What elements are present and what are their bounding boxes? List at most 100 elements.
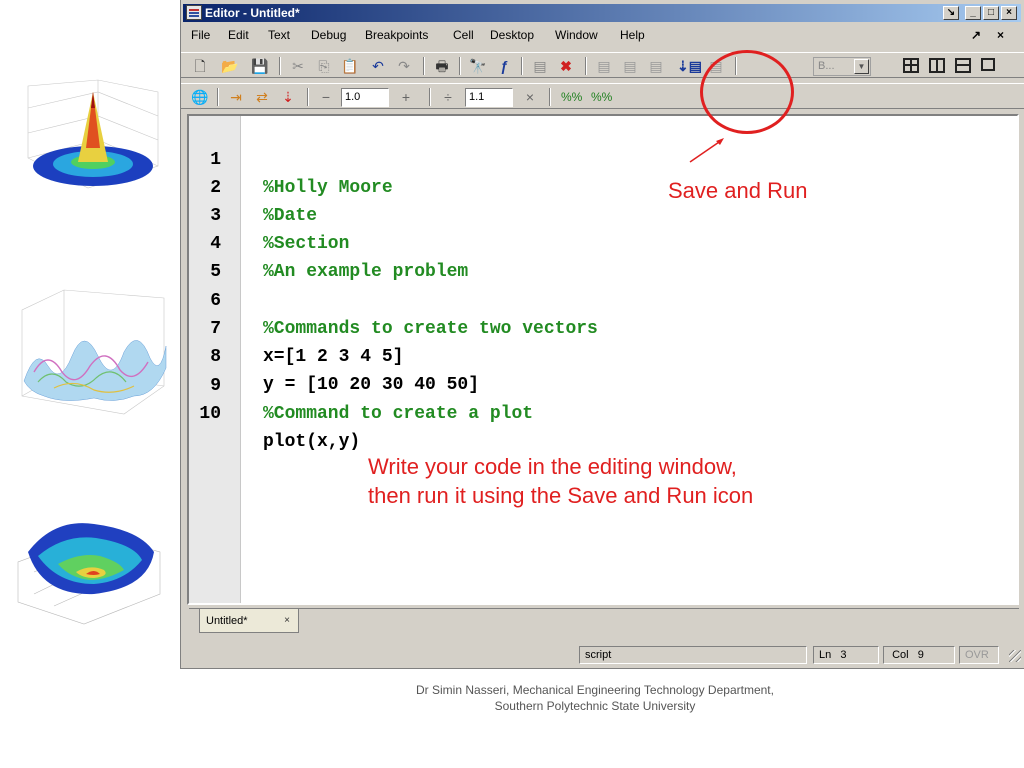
decrement-value: 1.0 [345, 91, 361, 103]
menu-file[interactable]: File [191, 24, 210, 46]
divide-icon[interactable]: ÷ [439, 88, 457, 106]
footer-credit: Dr Simin Nasseri, Mechanical Engineering… [180, 682, 1010, 714]
code-editor[interactable]: 1 %Holly Moore 2 %Date 3 %Section 4 %An … [187, 114, 1019, 605]
tab-label: Untitled* [206, 615, 248, 627]
status-column: Col 9 [883, 646, 955, 664]
close-document-icon[interactable]: × [997, 24, 1004, 46]
menu-help[interactable]: Help [620, 24, 645, 46]
float-window-icon[interactable] [981, 58, 995, 71]
window-title: Editor - Untitled* [205, 6, 300, 20]
status-mode: script [579, 646, 807, 664]
print-icon[interactable]: 🖶 [433, 57, 451, 75]
close-button[interactable]: × [1001, 6, 1017, 20]
paste-icon[interactable]: 📋 [341, 57, 359, 75]
footer-line-1: Dr Simin Nasseri, Mechanical Engineering… [416, 683, 774, 697]
open-folder-icon[interactable]: 📂 [221, 57, 239, 75]
copy-icon[interactable]: ⎘ [315, 57, 333, 75]
step-in-icon[interactable]: ▤ [621, 57, 639, 75]
code-line[interactable]: 7 x=[1 2 3 4 5] [189, 287, 1017, 367]
tab-untitled[interactable]: Untitled* × [199, 609, 299, 633]
instruction-line-2: then run it using the Save and Run icon [368, 483, 754, 508]
close-tab-icon[interactable]: × [284, 609, 290, 633]
toolbar-separator [423, 57, 425, 75]
status-bar: script Ln 3 Col 9 OVR [181, 642, 1024, 666]
menu-text[interactable]: Text [268, 24, 290, 46]
status-line: Ln 3 [813, 646, 879, 664]
set-breakpoint-icon[interactable]: ▤ [531, 57, 549, 75]
surface-plot-waves-thumbnail [14, 286, 174, 426]
save-icon[interactable]: 💾 [251, 57, 269, 75]
code-line[interactable]: 2 %Date [189, 146, 1017, 226]
toolbar-separator [279, 57, 281, 75]
evaluate-file-icon[interactable]: ⇣ [279, 88, 297, 106]
multiply-value-input[interactable]: 1.1 [465, 88, 513, 107]
code-line[interactable]: 8 y = [10 20 30 40 50] [189, 315, 1017, 395]
minimize-button[interactable]: _ [965, 6, 981, 20]
step-out-icon[interactable]: ▤ [647, 57, 665, 75]
increment-icon[interactable]: + [397, 88, 415, 106]
stack-dropdown[interactable]: B... ▼ [813, 57, 871, 76]
menu-desktop[interactable]: Desktop [490, 24, 534, 46]
editor-app-icon [186, 5, 202, 20]
surface-plot-sinc-thumbnail [8, 78, 168, 196]
menu-edit[interactable]: Edit [228, 24, 249, 46]
maximize-button[interactable]: □ [983, 6, 999, 20]
code-line[interactable]: 10 plot(x,y) [189, 372, 1017, 452]
annotation-arrow [689, 138, 724, 163]
toolbar-separator [307, 88, 309, 106]
undo-icon[interactable]: ↶ [369, 57, 387, 75]
line-text: %Command to create a plot [263, 404, 534, 424]
menu-breakpoints[interactable]: Breakpoints [365, 24, 428, 46]
multiply-icon[interactable]: × [521, 88, 539, 106]
instruction-line-1: Write your code in the editing window, [368, 454, 737, 479]
status-overwrite: OVR [959, 646, 999, 664]
code-line[interactable]: 9 %Command to create a plot [189, 344, 1017, 424]
save-and-run-icon[interactable]: ⇣▤ [677, 57, 702, 75]
new-file-icon[interactable]: 🗋 [191, 57, 209, 75]
top-bottom-split-icon[interactable] [955, 58, 971, 73]
undock-button[interactable]: ↘ [943, 6, 959, 20]
chevron-down-icon[interactable]: ▼ [854, 59, 869, 74]
column-label: Col [892, 649, 909, 661]
menu-window[interactable]: Window [555, 24, 598, 46]
redo-icon[interactable]: ↷ [395, 57, 413, 75]
toolbar-separator [585, 57, 587, 75]
code-line[interactable]: 5 [189, 230, 1017, 282]
evaluate-cell-advance-icon[interactable]: ⇄ [253, 88, 271, 106]
left-right-split-icon[interactable] [929, 58, 945, 73]
tile-layout-icon[interactable] [903, 58, 919, 73]
decrement-value-input[interactable]: 1.0 [341, 88, 389, 107]
cell-toolbar: 🌐 ⇥ ⇄ ⇣ − 1.0 + ÷ 1.1 × %% %% [181, 83, 1024, 109]
dock-editor-icon[interactable]: ↗ [971, 24, 981, 46]
evaluate-cell-icon[interactable]: ⇥ [227, 88, 245, 106]
toolbar-separator [521, 57, 523, 75]
column-value: 9 [917, 649, 924, 661]
resize-grip-icon[interactable] [1009, 650, 1021, 662]
code-line[interactable]: 1 %Holly Moore [189, 118, 1017, 198]
save-and-run-highlight-circle [700, 50, 794, 134]
find-icon[interactable]: 🔭 [469, 57, 487, 75]
insert-cell-divider-icon[interactable]: %% [561, 88, 582, 106]
toolbar-separator [217, 88, 219, 106]
code-line[interactable]: 3 %Section [189, 174, 1017, 254]
menu-debug[interactable]: Debug [311, 24, 346, 46]
save-and-run-annotation: Save and Run [668, 178, 808, 203]
toolbar-separator [549, 88, 551, 106]
menu-cell[interactable]: Cell [453, 24, 474, 46]
title-bar[interactable]: Editor - Untitled* ↘ _ □ × [183, 4, 1021, 22]
code-line[interactable]: 4 %An example problem [189, 202, 1017, 282]
clear-breakpoints-icon[interactable]: ✖ [557, 57, 575, 75]
line-value: 3 [840, 649, 847, 661]
function-icon[interactable]: ƒ [495, 57, 513, 75]
main-toolbar: 🗋 📂 💾 ✂ ⎘ 📋 ↶ ↷ 🖶 🔭 ƒ ▤ ✖ ▤ ▤ ▤ ⇣▤ ▤ B..… [181, 52, 1024, 78]
step-icon[interactable]: ▤ [595, 57, 613, 75]
editor-window: Editor - Untitled* ↘ _ □ × File Edit Tex… [180, 0, 1024, 669]
decrement-icon[interactable]: − [317, 88, 335, 106]
cell-menu-icon[interactable]: %% [591, 88, 612, 106]
menu-bar: File Edit Text Debug Breakpoints Cell De… [181, 24, 1024, 46]
line-label: Ln [819, 649, 832, 661]
toolbar-separator [459, 57, 461, 75]
web-publish-icon[interactable]: 🌐 [191, 88, 209, 106]
code-line[interactable]: 6 %Commands to create two vectors [189, 259, 1017, 339]
cut-icon[interactable]: ✂ [289, 57, 307, 75]
